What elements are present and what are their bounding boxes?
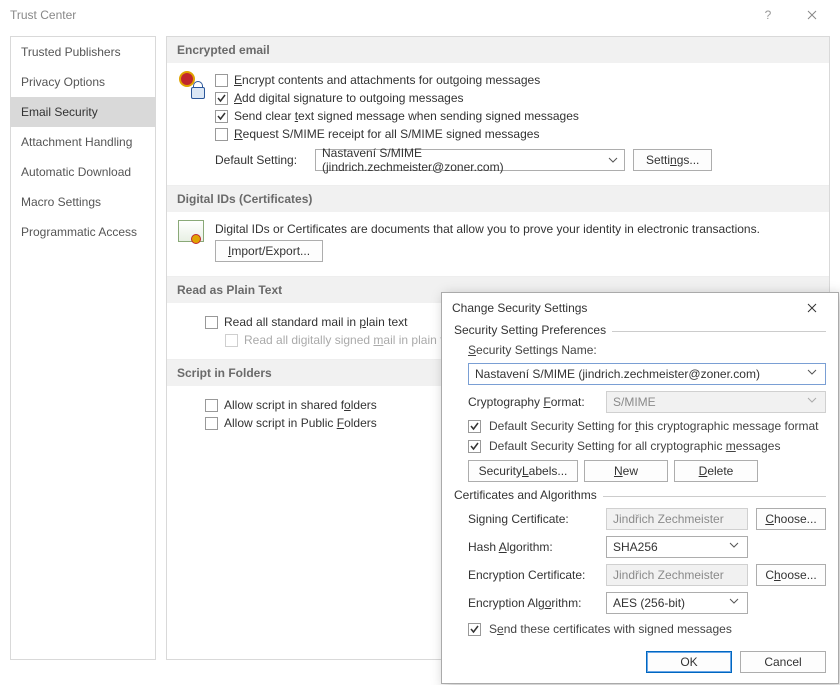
checkbox-add-signature[interactable] [215, 92, 228, 105]
input-signing-cert: Jindřich Zechmeister [606, 508, 748, 530]
legend-preferences: Security Setting Preferences [454, 323, 612, 337]
settings-button[interactable]: Settings... [633, 149, 712, 171]
close-button[interactable] [790, 0, 834, 30]
checkbox-default-all[interactable] [468, 440, 481, 453]
close-icon [807, 10, 817, 20]
sidebar-item-attachment-handling[interactable]: Attachment Handling [11, 127, 155, 157]
checkbox-script-public[interactable] [205, 417, 218, 430]
checkbox-script-shared[interactable] [205, 399, 218, 412]
delete-button[interactable]: Delete [674, 460, 758, 482]
dropdown-default-value: Nastavení S/MIME (jindrich.zechmeister@z… [322, 146, 602, 174]
sidebar-item-trusted-publishers[interactable]: Trusted Publishers [11, 37, 155, 67]
input-security-name[interactable]: Nastavení S/MIME (jindrich.zechmeister@z… [468, 363, 826, 385]
chevron-down-icon [807, 367, 821, 381]
digital-ids-desc: Digital IDs or Certificates are document… [215, 220, 819, 238]
label-clear-text: Send clear text signed message when send… [234, 109, 579, 123]
chevron-down-icon [807, 395, 821, 409]
window-title: Trust Center [10, 8, 746, 22]
crypto-format-value: S/MIME [613, 395, 656, 409]
chevron-down-icon [606, 153, 620, 167]
category-sidebar: Trusted Publishers Privacy Options Email… [10, 36, 156, 660]
close-icon [807, 303, 817, 313]
sidebar-item-macro-settings[interactable]: Macro Settings [11, 187, 155, 217]
sidebar-item-automatic-download[interactable]: Automatic Download [11, 157, 155, 187]
enc-alg-value: AES (256-bit) [613, 596, 685, 610]
checkbox-send-certs[interactable] [468, 623, 481, 636]
label-security-name: Security Settings Name: [468, 343, 597, 357]
dropdown-crypto-format: S/MIME [606, 391, 826, 413]
chevron-down-icon [729, 596, 743, 610]
window-titlebar: Trust Center ? [0, 0, 840, 30]
ok-button[interactable]: OK [646, 651, 732, 673]
label-crypto-format: Cryptography Format: [468, 395, 598, 409]
dropdown-hash-alg[interactable]: SHA256 [606, 536, 748, 558]
label-default-format: Default Security Setting for this crypto… [489, 419, 819, 433]
checkbox-read-plain[interactable] [205, 316, 218, 329]
label-read-signed-plain: Read all digitally signed mail in plain … [244, 333, 459, 347]
label-send-certs: Send these certificates with signed mess… [489, 622, 732, 636]
dropdown-enc-alg[interactable]: AES (256-bit) [606, 592, 748, 614]
modal-close-button[interactable] [792, 293, 832, 323]
sidebar-item-email-security[interactable]: Email Security [11, 97, 155, 127]
label-read-plain: Read all standard mail in plain text [224, 315, 407, 329]
label-default-all: Default Security Setting for all cryptog… [489, 439, 780, 453]
checkbox-read-signed-plain [225, 334, 238, 347]
checkbox-encrypt-contents[interactable] [215, 74, 228, 87]
security-name-value: Nastavení S/MIME (jindrich.zechmeister@z… [475, 367, 760, 381]
import-export-button[interactable]: Import/Export... [215, 240, 323, 262]
label-hash-alg: Hash Algorithm: [468, 540, 598, 554]
label-script-shared: Allow script in shared folders [224, 398, 377, 412]
choose-signing-button[interactable]: Choose... [756, 508, 826, 530]
label-smime-receipt: Request S/MIME receipt for all S/MIME si… [234, 127, 539, 141]
label-enc-cert: Encryption Certificate: [468, 568, 598, 582]
help-button[interactable]: ? [746, 0, 790, 30]
new-button[interactable]: New [584, 460, 668, 482]
checkbox-default-format[interactable] [468, 420, 481, 433]
checkbox-smime-receipt[interactable] [215, 128, 228, 141]
label-script-public: Allow script in Public Folders [224, 416, 377, 430]
security-labels-button[interactable]: Security Labels... [468, 460, 578, 482]
group-encrypted-email: Encrypted email [167, 37, 829, 63]
label-add-signature: Add digital signature to outgoing messag… [234, 91, 464, 105]
sidebar-item-privacy-options[interactable]: Privacy Options [11, 67, 155, 97]
checkbox-clear-text[interactable] [215, 110, 228, 123]
change-security-settings-dialog: Change Security Settings Security Settin… [441, 292, 839, 684]
legend-certs: Certificates and Algorithms [454, 488, 603, 502]
chevron-down-icon [729, 540, 743, 554]
modal-title: Change Security Settings [452, 301, 792, 315]
label-default-setting: Default Setting: [215, 153, 307, 167]
dropdown-default-setting[interactable]: Nastavení S/MIME (jindrich.zechmeister@z… [315, 149, 625, 171]
certificate-icon [178, 220, 204, 242]
label-signing-cert: Signing Certificate: [468, 512, 598, 526]
input-enc-cert: Jindřich Zechmeister [606, 564, 748, 586]
ribbon-lock-icon [179, 71, 203, 99]
choose-encryption-button[interactable]: Choose... [756, 564, 826, 586]
hash-alg-value: SHA256 [613, 540, 658, 554]
sidebar-item-programmatic-access[interactable]: Programmatic Access [11, 217, 155, 247]
group-digital-ids: Digital IDs (Certificates) [167, 185, 829, 212]
label-enc-alg: Encryption Algorithm: [468, 596, 598, 610]
label-encrypt-contents: Encrypt contents and attachments for out… [234, 73, 540, 87]
cancel-button[interactable]: Cancel [740, 651, 826, 673]
